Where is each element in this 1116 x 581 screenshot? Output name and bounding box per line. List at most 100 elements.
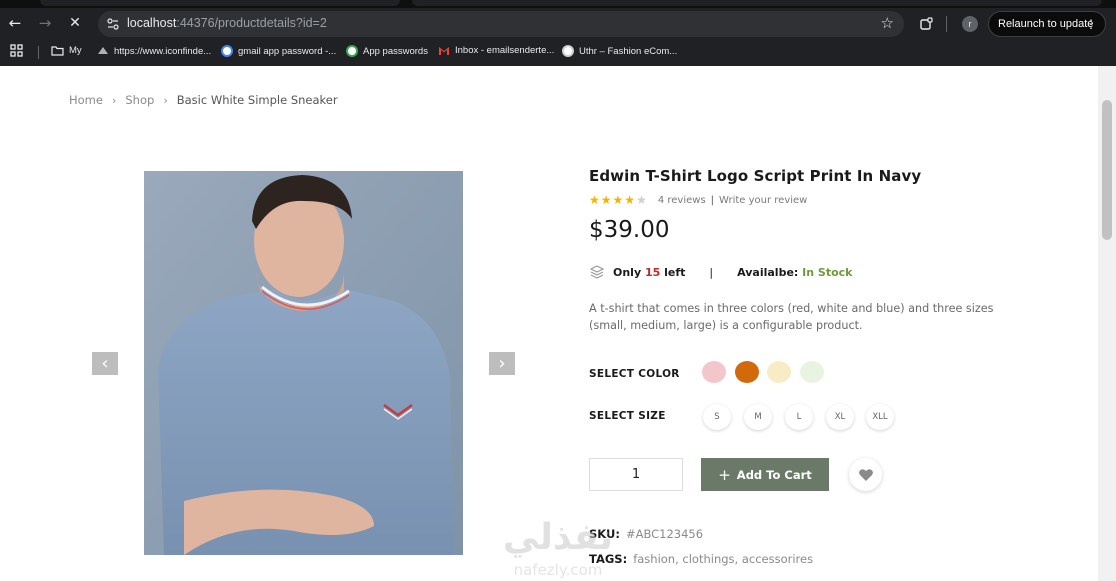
chevron-right-icon: › (163, 93, 168, 107)
relaunch-label: Relaunch to update (998, 18, 1094, 30)
plus-icon: + (718, 465, 731, 484)
add-to-cart-button[interactable]: + Add To Cart (701, 458, 829, 491)
prev-image-button[interactable]: ‹ (92, 352, 118, 375)
breadcrumb-home[interactable]: Home (69, 93, 103, 107)
product-photo (144, 171, 463, 555)
size-option[interactable]: L (785, 404, 813, 430)
bookmark-item[interactable]: My (51, 45, 82, 56)
extensions-icon[interactable] (916, 14, 936, 34)
iconfinder-icon (98, 47, 108, 54)
size-option[interactable]: S (703, 404, 731, 430)
bookmarks-bar: My https://www.iconfinde... gmail app pa… (0, 39, 1116, 66)
review-count[interactable]: 4 reviews (658, 195, 706, 206)
bookmarks-divider (38, 46, 39, 59)
bookmark-label: App passwords (363, 45, 428, 57)
star-empty-icon: ★ (636, 193, 648, 207)
wishlist-button[interactable] (849, 458, 882, 491)
chevron-right-icon: › (111, 93, 117, 107)
star-icon: ★ (600, 193, 613, 207)
stop-loading-icon[interactable]: ✕ (64, 12, 86, 34)
forward-icon[interactable]: → (34, 12, 56, 34)
product-page: Home › Shop › Basic White Simple Sneaker (0, 66, 1098, 581)
browser-tab[interactable] (40, 0, 400, 6)
bookmark-star-icon[interactable]: ☆ (881, 14, 894, 32)
color-swatch[interactable] (767, 361, 791, 383)
bookmark-label: Inbox - emailsenderte... (455, 45, 555, 56)
bookmark-label: gmail app password -... (238, 45, 337, 57)
heart-icon (858, 468, 873, 481)
sku-row: SKU: #ABC123456 (589, 527, 703, 541)
product-image (144, 171, 463, 555)
bookmark-item[interactable]: Uthr – Fashion eCom... (562, 45, 677, 57)
bookmark-item[interactable]: App passwords (346, 45, 428, 57)
google-icon (221, 45, 233, 57)
sku-value: #ABC123456 (625, 527, 704, 541)
left-suffix: left (664, 265, 686, 279)
url-host: localhost (127, 16, 177, 30)
stock-count: 15 (644, 265, 661, 279)
next-image-button[interactable]: › (489, 352, 515, 375)
gmail-icon (439, 46, 449, 55)
star-icon: ★ (589, 193, 601, 207)
browser-tab[interactable] (412, 0, 1102, 6)
star-icon: ★ (612, 193, 625, 207)
write-review-link[interactable]: Write your review (719, 195, 807, 206)
color-swatch[interactable] (800, 361, 824, 383)
quantity-input[interactable]: 1 (589, 458, 683, 491)
bookmark-item[interactable]: Inbox - emailsenderte... (438, 45, 554, 56)
chevron-left-icon: ‹ (101, 353, 109, 374)
color-swatch[interactable] (735, 361, 759, 383)
breadcrumb-current: Basic White Simple Sneaker (176, 93, 338, 107)
address-bar[interactable]: localhost:44376/productdetails?id=2 ☆ (98, 11, 904, 37)
browser-chrome: ← → ✕ localhost:44376/productdetails?id=… (0, 0, 1116, 66)
bookmark-label: https://www.iconfinde... (114, 45, 212, 57)
url-path: :44376/productdetails?id=2 (176, 16, 327, 30)
relaunch-button[interactable]: Relaunch to update ⋮ (988, 11, 1106, 37)
apps-grid-icon[interactable] (10, 44, 23, 57)
bookmark-label: My (69, 45, 82, 56)
scrollbar-thumb[interactable] (1102, 100, 1112, 240)
layers-icon (589, 265, 605, 279)
breadcrumb-shop[interactable]: Shop (125, 93, 154, 107)
page-scrollbar[interactable] (1098, 66, 1116, 581)
add-to-cart-label: Add To Cart (736, 467, 812, 482)
sku-label: SKU: (589, 527, 620, 541)
availability-label: Availalbe: (737, 265, 799, 279)
product-price: $39.00 (589, 217, 670, 243)
watermark-logo: نفذلي nafezly.com (503, 517, 613, 579)
stock-row: Only 15 left | Availalbe: In Stock (589, 264, 852, 280)
stock-divider: | (709, 265, 714, 279)
select-size-label: SELECT SIZE (589, 410, 666, 422)
bookmark-label: Uthr – Fashion eCom... (579, 45, 678, 57)
menu-dots-icon[interactable]: ⋮ (1085, 17, 1097, 31)
rating-row: ★★★★★ 4 reviews | Write your review (589, 193, 807, 207)
size-option[interactable]: M (744, 404, 772, 430)
product-title: Edwin T-Shirt Logo Script Print In Navy (589, 167, 922, 185)
bookmark-item[interactable]: gmail app password -... (221, 45, 336, 57)
availability-value: In Stock (802, 265, 853, 279)
rating-divider: | (710, 194, 715, 206)
color-swatch[interactable] (702, 361, 726, 383)
toolbar-divider (946, 16, 947, 32)
size-option[interactable]: XLL (866, 404, 894, 430)
select-color-label: SELECT COLOR (589, 368, 680, 380)
size-option[interactable]: XL (826, 404, 854, 430)
bookmark-item[interactable]: https://www.iconfinde... (97, 45, 211, 57)
breadcrumb: Home › Shop › Basic White Simple Sneaker (69, 93, 338, 107)
folder-icon (51, 46, 64, 56)
profile-avatar[interactable]: r (962, 16, 978, 32)
tab-strip (0, 0, 1116, 8)
tags-label: TAGS: (589, 552, 628, 566)
rating-stars: ★★★★★ (589, 193, 648, 207)
url-text: localhost:44376/productdetails?id=2 (127, 16, 327, 30)
wordpress-icon (562, 45, 574, 57)
google-icon (346, 45, 358, 57)
browser-toolbar: ← → ✕ localhost:44376/productdetails?id=… (0, 8, 1116, 39)
tags-value[interactable]: fashion, clothings, accessorires (633, 552, 813, 566)
tags-row: TAGS: fashion, clothings, accessorires (589, 552, 813, 566)
back-icon[interactable]: ← (4, 12, 26, 34)
site-settings-icon[interactable] (106, 17, 120, 31)
star-icon: ★ (624, 193, 637, 207)
chevron-right-icon: › (498, 353, 506, 374)
only-prefix: Only (613, 265, 642, 279)
